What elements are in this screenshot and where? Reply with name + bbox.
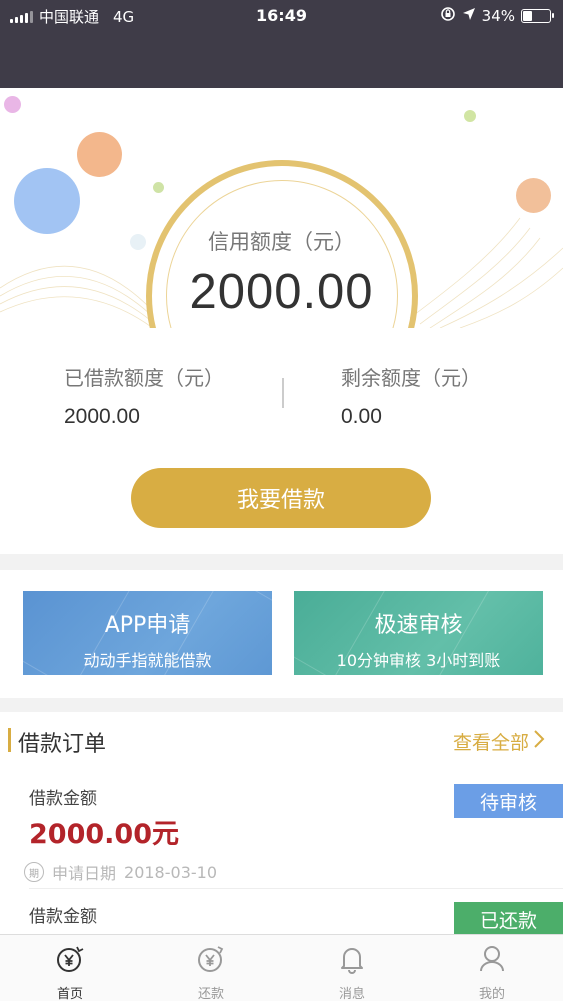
decor-dot <box>153 182 164 193</box>
tab-repay[interactable]: 还款 <box>171 943 251 1001</box>
loan-orders: 借款订单 查看全部 借款金额 2000.00元 待审核 期 申请日期 2018-… <box>0 712 563 934</box>
order-date: 期 申请日期 2018-03-10 <box>24 860 217 884</box>
tab-repay-label: 还款 <box>197 987 224 1001</box>
row-divider <box>29 888 563 889</box>
credit-limit-label: 信用额度（元） <box>208 230 355 254</box>
borrowed-quota-value: 2000.00 <box>64 405 140 428</box>
borrowed-quota: 已借款额度（元） 2000.00 <box>64 362 224 429</box>
decor-dot <box>14 168 80 234</box>
decor-dot <box>464 110 476 122</box>
yen-home-icon <box>30 943 110 975</box>
tab-messages[interactable]: 消息 <box>312 943 392 1001</box>
view-all-link[interactable]: 查看全部 <box>453 728 545 755</box>
borrowed-quota-label: 已借款额度（元） <box>64 366 224 390</box>
order-amount: 2000.00元 <box>29 819 179 850</box>
tab-messages-label: 消息 <box>338 987 365 1001</box>
rotation-lock-icon <box>440 6 456 26</box>
credit-hero: 信用额度（元） 2000.00 <box>0 88 563 328</box>
remaining-quota-value: 0.00 <box>341 405 382 428</box>
order-amount-label: 借款金额 <box>29 789 97 809</box>
quota-section: 已借款额度（元） 2000.00 剩余额度（元） 0.00 我要借款 <box>0 328 563 554</box>
order-date-label: 申请日期 <box>52 864 117 883</box>
status-badge: 已还款 <box>454 902 563 934</box>
tab-home[interactable]: 首页 <box>30 943 110 1001</box>
status-badge: 待审核 <box>454 784 563 818</box>
order-date-value: 2018-03-10 <box>124 862 217 882</box>
remaining-quota-label: 剩余额度（元） <box>341 366 481 390</box>
credit-limit-value: 2000.00 <box>189 265 374 319</box>
borrow-button[interactable]: 我要借款 <box>131 468 431 528</box>
tab-home-label: 首页 <box>56 987 83 1001</box>
decor-dot <box>77 132 122 177</box>
section-accent-bar <box>8 728 11 752</box>
orders-title: 借款订单 <box>18 732 107 757</box>
tab-bar: 首页 还款 消息 我的 <box>0 934 563 1001</box>
bell-icon <box>312 943 392 975</box>
view-all-label: 查看全部 <box>452 732 529 754</box>
remaining-quota: 剩余额度（元） 0.00 <box>341 362 481 429</box>
status-right: 34% <box>440 6 554 26</box>
battery-icon <box>521 9 554 23</box>
decor-dot <box>516 178 551 213</box>
app-apply-card[interactable]: APP申请 动动手指就能借款 <box>23 591 272 675</box>
orders-header: 借款订单 查看全部 <box>0 726 563 757</box>
location-icon <box>462 7 476 25</box>
yen-repay-icon <box>171 943 251 975</box>
battery-percent: 34% <box>481 7 515 25</box>
user-icon <box>452 943 532 975</box>
order-amount-label: 借款金额 <box>29 907 97 927</box>
quota-divider <box>282 378 284 408</box>
top-bar: 中国联通 4G 16:49 34% <box>0 0 563 88</box>
status-bar: 中国联通 4G 16:49 34% <box>0 0 563 32</box>
tab-mine-label: 我的 <box>478 987 505 1001</box>
tab-mine[interactable]: 我的 <box>452 943 532 1001</box>
decor-dot <box>4 96 21 113</box>
fast-review-card[interactable]: 极速审核 10分钟审核 3小时到账 <box>294 591 543 675</box>
calendar-icon: 期 <box>24 862 44 882</box>
feature-cards: APP申请 动动手指就能借款 极速审核 10分钟审核 3小时到账 <box>0 570 563 698</box>
chevron-right-icon <box>533 729 545 754</box>
